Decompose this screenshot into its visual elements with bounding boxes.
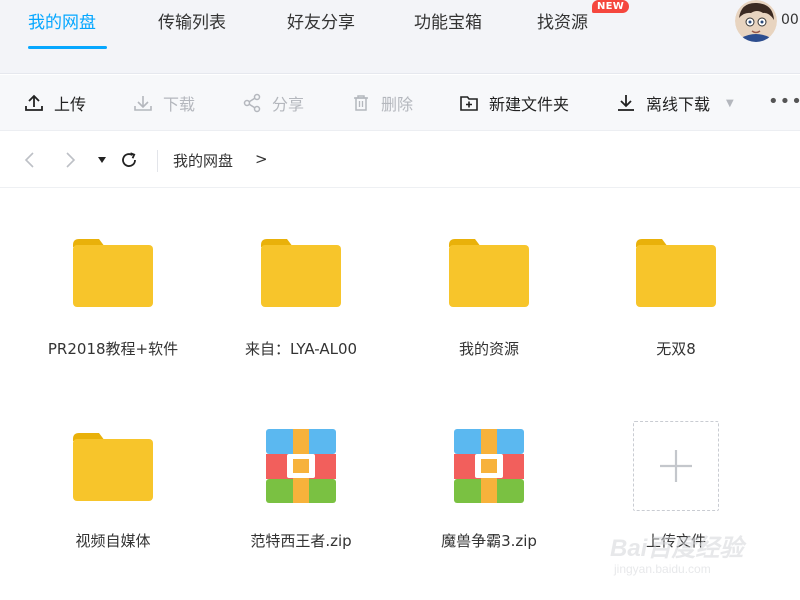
user-avatar-icon [735,0,777,42]
folder-icon [206,222,396,322]
chevron-down-icon[interactable]: ▼ [726,98,734,109]
new-folder-icon [459,93,479,113]
offline-download-icon [616,93,636,113]
toolbar: 上传 下载 分享 删除 新建文件夹 离线下载 ▼ ••• [0,75,800,131]
refresh-icon [122,152,136,167]
share-icon [242,93,262,113]
tab-toolbox[interactable]: 功能宝箱 [414,8,482,33]
top-nav: 我的网盘 传输列表 好友分享 功能宝箱 找资源 NEW 00 [0,0,800,74]
file-name: 我的资源 [458,340,519,358]
file-name: 来自：LYA-AL00 [244,340,358,358]
download-icon [133,93,153,113]
history-dropdown[interactable] [92,150,112,170]
offline-download-button[interactable]: 离线下载 ▼ [616,92,734,114]
delete-button[interactable]: 删除 [351,92,413,114]
upload-button[interactable]: 上传 [24,92,86,114]
share-label: 分享 [272,95,305,114]
upload-icon [24,93,44,113]
file-name: 范特西王者.zip [250,532,352,550]
file-name: 无双8 [656,340,696,358]
new-badge: NEW [592,0,630,13]
back-button[interactable] [20,150,40,170]
active-tab-indicator [28,46,107,49]
upload-label: 上传 [54,95,87,114]
zip-icon [206,416,396,516]
chevron-left-icon [24,152,34,168]
breadcrumb[interactable]: 我的网盘 [173,150,233,171]
new-folder-button[interactable]: 新建文件夹 [459,92,569,114]
user-name[interactable]: 00 [781,12,799,28]
delete-label: 删除 [381,95,414,114]
file-name: 上传文件 [645,532,706,550]
divider [157,150,158,172]
file-name: 视频自媒体 [75,532,151,550]
folder-icon [18,222,208,322]
caret-down-icon [98,157,106,163]
forward-button[interactable] [60,150,80,170]
avatar[interactable] [735,0,777,42]
tab-transfer-list[interactable]: 传输列表 [158,8,226,33]
file-grid: PR2018教程+软件 来自：LYA-AL00 我的资源 无双8 视频自媒体 范… [0,190,800,600]
breadcrumb-bar: 我的网盘 > [0,132,800,188]
chevron-right-icon [66,152,76,168]
file-name: 魔兽争霸3.zip [441,532,537,550]
folder-icon [18,416,208,516]
breadcrumb-arrow[interactable]: > [255,150,268,168]
upload-tile-frame [581,416,771,516]
tab-my-disk[interactable]: 我的网盘 [28,8,96,33]
more-button[interactable]: ••• [768,91,800,112]
trash-icon [351,93,371,113]
plus-icon [633,421,719,511]
share-button[interactable]: 分享 [242,92,304,114]
download-label: 下载 [163,95,196,114]
folder-icon [394,222,584,322]
zip-icon [394,416,584,516]
refresh-button[interactable] [119,150,139,170]
file-name: PR2018教程+软件 [47,340,179,358]
download-button[interactable]: 下载 [133,92,195,114]
tab-friend-share[interactable]: 好友分享 [287,8,355,33]
offline-download-label: 离线下载 [646,95,711,114]
folder-icon [581,222,771,322]
tab-find-resources[interactable]: 找资源 [537,8,588,33]
new-folder-label: 新建文件夹 [489,95,570,114]
